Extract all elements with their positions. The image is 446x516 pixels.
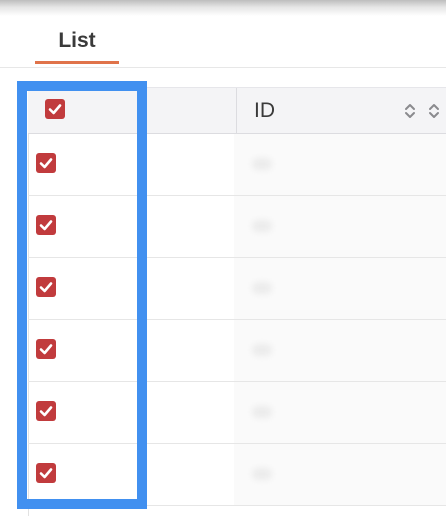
check-icon [39, 406, 53, 417]
redacted-text [252, 158, 272, 170]
column-header-id[interactable]: ID [254, 88, 275, 134]
check-icon [39, 344, 53, 355]
row-checkbox[interactable] [36, 215, 56, 235]
table-row [28, 382, 446, 444]
table-row [28, 196, 446, 258]
blurred-id-cell [234, 196, 446, 257]
blurred-id-cell [234, 134, 446, 195]
check-icon [39, 158, 53, 169]
tab-active-indicator [35, 61, 119, 64]
top-shadow [0, 0, 446, 16]
blurred-id-cell [234, 258, 446, 319]
row-checkbox[interactable] [36, 277, 56, 297]
table-row [28, 444, 446, 506]
sort-icon[interactable] [428, 102, 440, 120]
blurred-id-cell [234, 320, 446, 381]
tab-list[interactable]: List [35, 16, 119, 65]
blurred-id-cell [234, 444, 446, 505]
blurred-id-cell [234, 382, 446, 443]
column-divider [236, 88, 237, 134]
table-header: ID [28, 87, 446, 134]
check-icon [39, 282, 53, 293]
table-row [28, 258, 446, 320]
table-row [28, 320, 446, 382]
row-checkbox[interactable] [36, 153, 56, 173]
select-all-checkbox[interactable] [45, 99, 65, 119]
row-checkbox[interactable] [36, 463, 56, 483]
table-row [28, 134, 446, 196]
data-table: ID [28, 87, 446, 516]
app-window: List ID [0, 0, 446, 516]
redacted-text [252, 282, 272, 294]
check-icon [48, 104, 62, 115]
redacted-text [252, 220, 272, 232]
check-icon [39, 468, 53, 479]
redacted-text [252, 344, 272, 356]
sort-icon[interactable] [404, 102, 416, 120]
row-checkbox[interactable] [36, 401, 56, 421]
row-checkbox[interactable] [36, 339, 56, 359]
check-icon [39, 220, 53, 231]
redacted-text [252, 406, 272, 418]
redacted-text [252, 468, 272, 480]
